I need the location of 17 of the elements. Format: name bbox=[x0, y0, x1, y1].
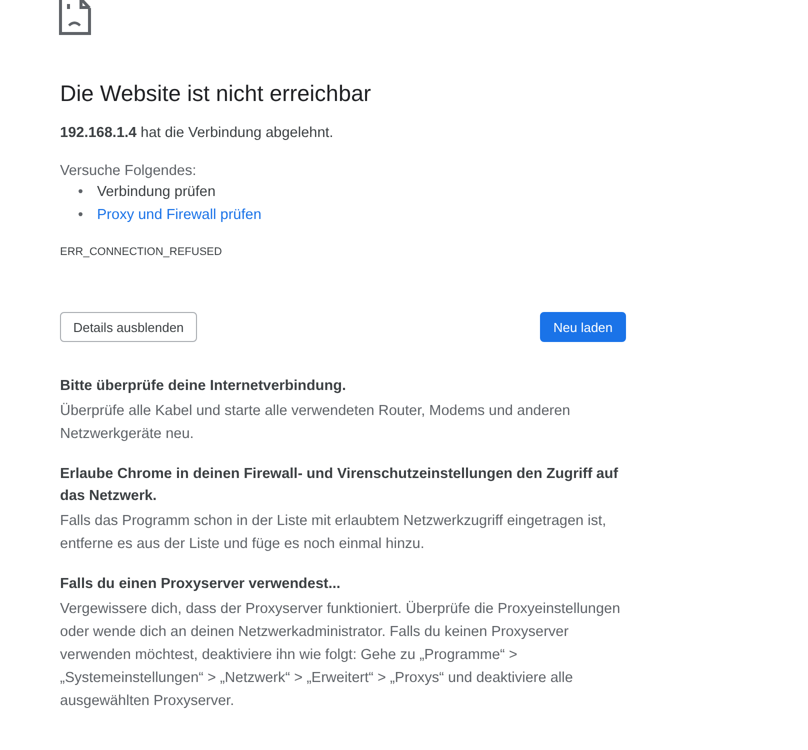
reload-button[interactable]: Neu laden bbox=[540, 312, 626, 342]
detail-text: Überprüfe alle Kabel und starte alle verwendeten Router, Modems und anderen Netzwerkgeräte neu. bbox=[60, 402, 572, 444]
suggestion-link[interactable]: Proxy und Firewall prüfen bbox=[97, 204, 262, 227]
detail-heading: Erlaube Chrome in deinen Firewall- und Virenschutzeinstellungen den Zugriff auf das Netzwerk. bbox=[60, 465, 620, 506]
suggestions-heading: Versuche Folgendes: bbox=[60, 162, 198, 181]
detail-heading: Bitte überprüfe deine Internetverbindung. bbox=[60, 377, 347, 396]
error-code: ERR_CONNECTION_REFUSED bbox=[60, 245, 223, 260]
detail-text: Falls das Programm schon in der Liste mit erlaubtem Netzwerkzugriff eingetragen ist, entferne es aus der Liste und füge es noch einmal hinzu. bbox=[60, 512, 608, 554]
error-message: 192.168.1.4 hat die Verbindung abgelehnt. bbox=[60, 124, 334, 143]
detail-heading: Falls du einen Proxyserver verwendest... bbox=[60, 575, 342, 594]
page-title: Die Website ist nicht erreichbar bbox=[60, 80, 372, 108]
detail-text: Vergewissere dich, dass der Proxyserver funktioniert. Überprüfe die Proxyeinstellungen oder wende dich an deinen Netzwerkadministrator. Falls du keinen Proxyserver verwenden möchtest, deaktiviere ihn wie folgt: Gehe zu „Programme“ > „Systemeinstellungen“ > „Netzwerk“ > „Erweitert“ > „Proxys“ und deaktiviere alle ausgewählten Proxyserver. bbox=[60, 600, 622, 711]
suggestion-item: Verbindung prüfen bbox=[97, 183, 216, 202]
sad-page-icon bbox=[59, 0, 91, 35]
bullet-marker: • bbox=[78, 206, 84, 225]
details-button[interactable]: Details ausblenden bbox=[60, 312, 197, 342]
bullet-marker: • bbox=[78, 183, 84, 202]
